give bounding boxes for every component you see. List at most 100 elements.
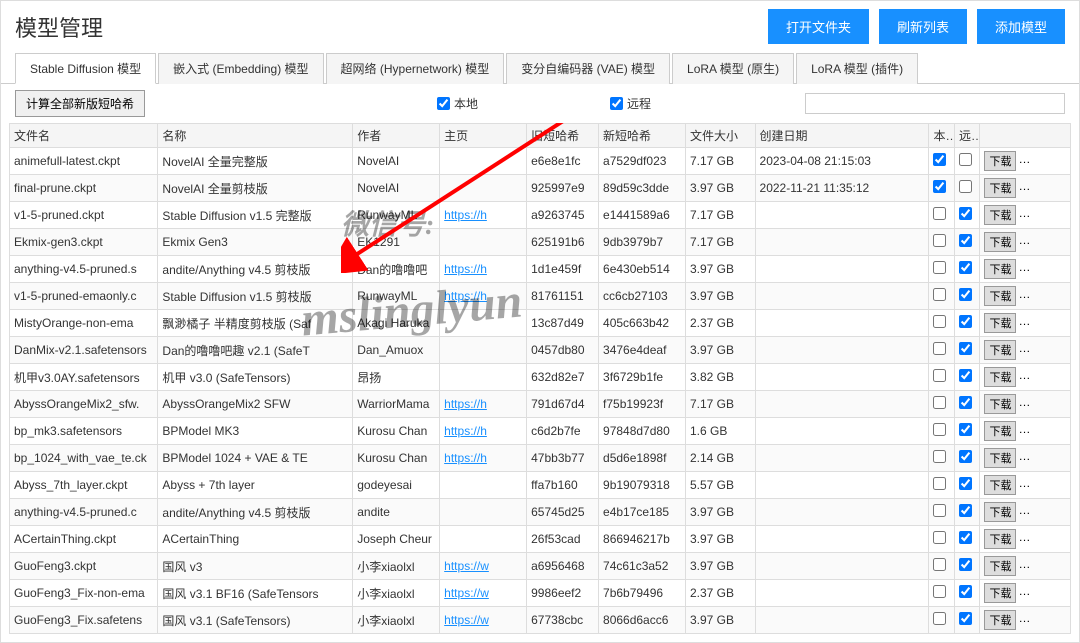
col-name[interactable]: 名称 <box>158 124 353 148</box>
tab-vae[interactable]: 变分自编码器 (VAE) 模型 <box>506 53 670 84</box>
download-button[interactable]: 下载 <box>984 178 1016 198</box>
table-row[interactable]: Ekmix-gen3.ckptEkmix Gen3EK1291625191b69… <box>10 229 1071 256</box>
local-check[interactable] <box>933 342 946 355</box>
tab-embedding[interactable]: 嵌入式 (Embedding) 模型 <box>158 53 323 84</box>
remote-check[interactable] <box>959 153 972 166</box>
remote-check[interactable] <box>959 261 972 274</box>
table-row[interactable]: bp_mk3.safetensorsBPModel MK3Kurosu Chan… <box>10 418 1071 445</box>
download-button[interactable]: 下载 <box>984 394 1016 414</box>
local-check[interactable] <box>933 612 946 625</box>
remote-check[interactable] <box>959 450 972 463</box>
local-check[interactable] <box>933 153 946 166</box>
local-check[interactable] <box>933 531 946 544</box>
refresh-button[interactable]: 刷新列表 <box>879 9 967 44</box>
download-button[interactable]: 下载 <box>984 313 1016 333</box>
col-author[interactable]: 作者 <box>353 124 440 148</box>
download-button[interactable]: 下载 <box>984 205 1016 225</box>
download-button[interactable]: 下载 <box>984 286 1016 306</box>
table-row[interactable]: anything-v4.5-pruned.candite/Anything v4… <box>10 499 1071 526</box>
col-filename[interactable]: 文件名 <box>10 124 158 148</box>
remote-check[interactable] <box>959 207 972 220</box>
table-row[interactable]: GuoFeng3_Fix-non-ema国风 v3.1 BF16 (SafeTe… <box>10 580 1071 607</box>
download-button[interactable]: 下载 <box>984 151 1016 171</box>
local-check[interactable] <box>933 369 946 382</box>
col-newhash[interactable]: 新短哈希 <box>599 124 686 148</box>
local-check[interactable] <box>933 558 946 571</box>
remote-check[interactable] <box>959 585 972 598</box>
remote-check[interactable] <box>959 612 972 625</box>
page-link[interactable]: https://h <box>444 289 487 303</box>
table-row[interactable]: MistyOrange-non-ema飘渺橘子 半精度剪枝版 (SafAkagi… <box>10 310 1071 337</box>
table-row[interactable]: GuoFeng3.ckpt国风 v3小李xiaolxlhttps://wa695… <box>10 553 1071 580</box>
page-link[interactable]: https://h <box>444 424 487 438</box>
page-link[interactable]: https://w <box>444 559 489 573</box>
download-button[interactable]: 下载 <box>984 421 1016 441</box>
col-local[interactable]: 本地 <box>929 124 955 148</box>
download-button[interactable]: 下载 <box>984 610 1016 630</box>
table-row[interactable]: v1-5-pruned.ckptStable Diffusion v1.5 完整… <box>10 202 1071 229</box>
col-page[interactable]: 主页 <box>440 124 527 148</box>
calc-hash-button[interactable]: 计算全部新版短哈希 <box>15 90 145 117</box>
remote-checkbox[interactable] <box>610 97 623 110</box>
table-row[interactable]: v1-5-pruned-emaonly.cStable Diffusion v1… <box>10 283 1071 310</box>
download-button[interactable]: 下载 <box>984 340 1016 360</box>
local-check[interactable] <box>933 585 946 598</box>
remote-check[interactable] <box>959 423 972 436</box>
remote-check[interactable] <box>959 315 972 328</box>
local-check[interactable] <box>933 396 946 409</box>
download-button[interactable]: 下载 <box>984 556 1016 576</box>
page-link[interactable]: https://w <box>444 613 489 627</box>
remote-check[interactable] <box>959 477 972 490</box>
local-check[interactable] <box>933 423 946 436</box>
table-row[interactable]: Abyss_7th_layer.ckptAbyss + 7th layergod… <box>10 472 1071 499</box>
search-input[interactable] <box>805 93 1065 114</box>
add-model-button[interactable]: 添加模型 <box>977 9 1065 44</box>
remote-check[interactable] <box>959 234 972 247</box>
tab-lora-plugin[interactable]: LoRA 模型 (插件) <box>796 53 918 84</box>
remote-check[interactable] <box>959 342 972 355</box>
download-button[interactable]: 下载 <box>984 448 1016 468</box>
local-check[interactable] <box>933 261 946 274</box>
tab-lora-native[interactable]: LoRA 模型 (原生) <box>672 53 794 84</box>
page-link[interactable]: https://h <box>444 451 487 465</box>
table-row[interactable]: DanMix-v2.1.safetensorsDan的噜噜吧趣 v2.1 (Sa… <box>10 337 1071 364</box>
page-link[interactable]: https://h <box>444 208 487 222</box>
local-check[interactable] <box>933 477 946 490</box>
table-row[interactable]: animefull-latest.ckptNovelAI 全量完整版NovelA… <box>10 148 1071 175</box>
col-date[interactable]: 创建日期 <box>755 124 929 148</box>
table-row[interactable]: AbyssOrangeMix2_sfw.AbyssOrangeMix2 SFWW… <box>10 391 1071 418</box>
download-button[interactable]: 下载 <box>984 475 1016 495</box>
open-folder-button[interactable]: 打开文件夹 <box>768 9 869 44</box>
table-row[interactable]: bp_1024_with_vae_te.ckBPModel 1024 + VAE… <box>10 445 1071 472</box>
remote-check[interactable] <box>959 288 972 301</box>
page-link[interactable]: https://h <box>444 397 487 411</box>
table-row[interactable]: GuoFeng3_Fix.safetens国风 v3.1 (SafeTensor… <box>10 607 1071 634</box>
local-check[interactable] <box>933 234 946 247</box>
local-checkbox[interactable] <box>437 97 450 110</box>
local-check[interactable] <box>933 207 946 220</box>
download-button[interactable]: 下载 <box>984 529 1016 549</box>
table-row[interactable]: 机甲v3.0AY.safetensors机甲 v3.0 (SafeTensors… <box>10 364 1071 391</box>
table-row[interactable]: anything-v4.5-pruned.sandite/Anything v4… <box>10 256 1071 283</box>
table-row[interactable]: final-prune.ckptNovelAI 全量剪枝版NovelAI9259… <box>10 175 1071 202</box>
remote-check[interactable] <box>959 180 972 193</box>
download-button[interactable]: 下载 <box>984 583 1016 603</box>
page-link[interactable]: https://h <box>444 262 487 276</box>
tab-hypernetwork[interactable]: 超网络 (Hypernetwork) 模型 <box>326 53 505 84</box>
local-check[interactable] <box>933 315 946 328</box>
download-button[interactable]: 下载 <box>984 259 1016 279</box>
download-button[interactable]: 下载 <box>984 502 1016 522</box>
local-check[interactable] <box>933 288 946 301</box>
remote-check[interactable] <box>959 396 972 409</box>
col-size[interactable]: 文件大小 <box>685 124 755 148</box>
download-button[interactable]: 下载 <box>984 367 1016 387</box>
download-button[interactable]: 下载 <box>984 232 1016 252</box>
remote-check[interactable] <box>959 558 972 571</box>
col-oldhash[interactable]: 旧短哈希 <box>527 124 599 148</box>
remote-check[interactable] <box>959 369 972 382</box>
local-check[interactable] <box>933 450 946 463</box>
col-remote[interactable]: 远程 <box>954 124 980 148</box>
page-link[interactable]: https://w <box>444 586 489 600</box>
local-check[interactable] <box>933 180 946 193</box>
tab-stable-diffusion[interactable]: Stable Diffusion 模型 <box>15 53 156 84</box>
